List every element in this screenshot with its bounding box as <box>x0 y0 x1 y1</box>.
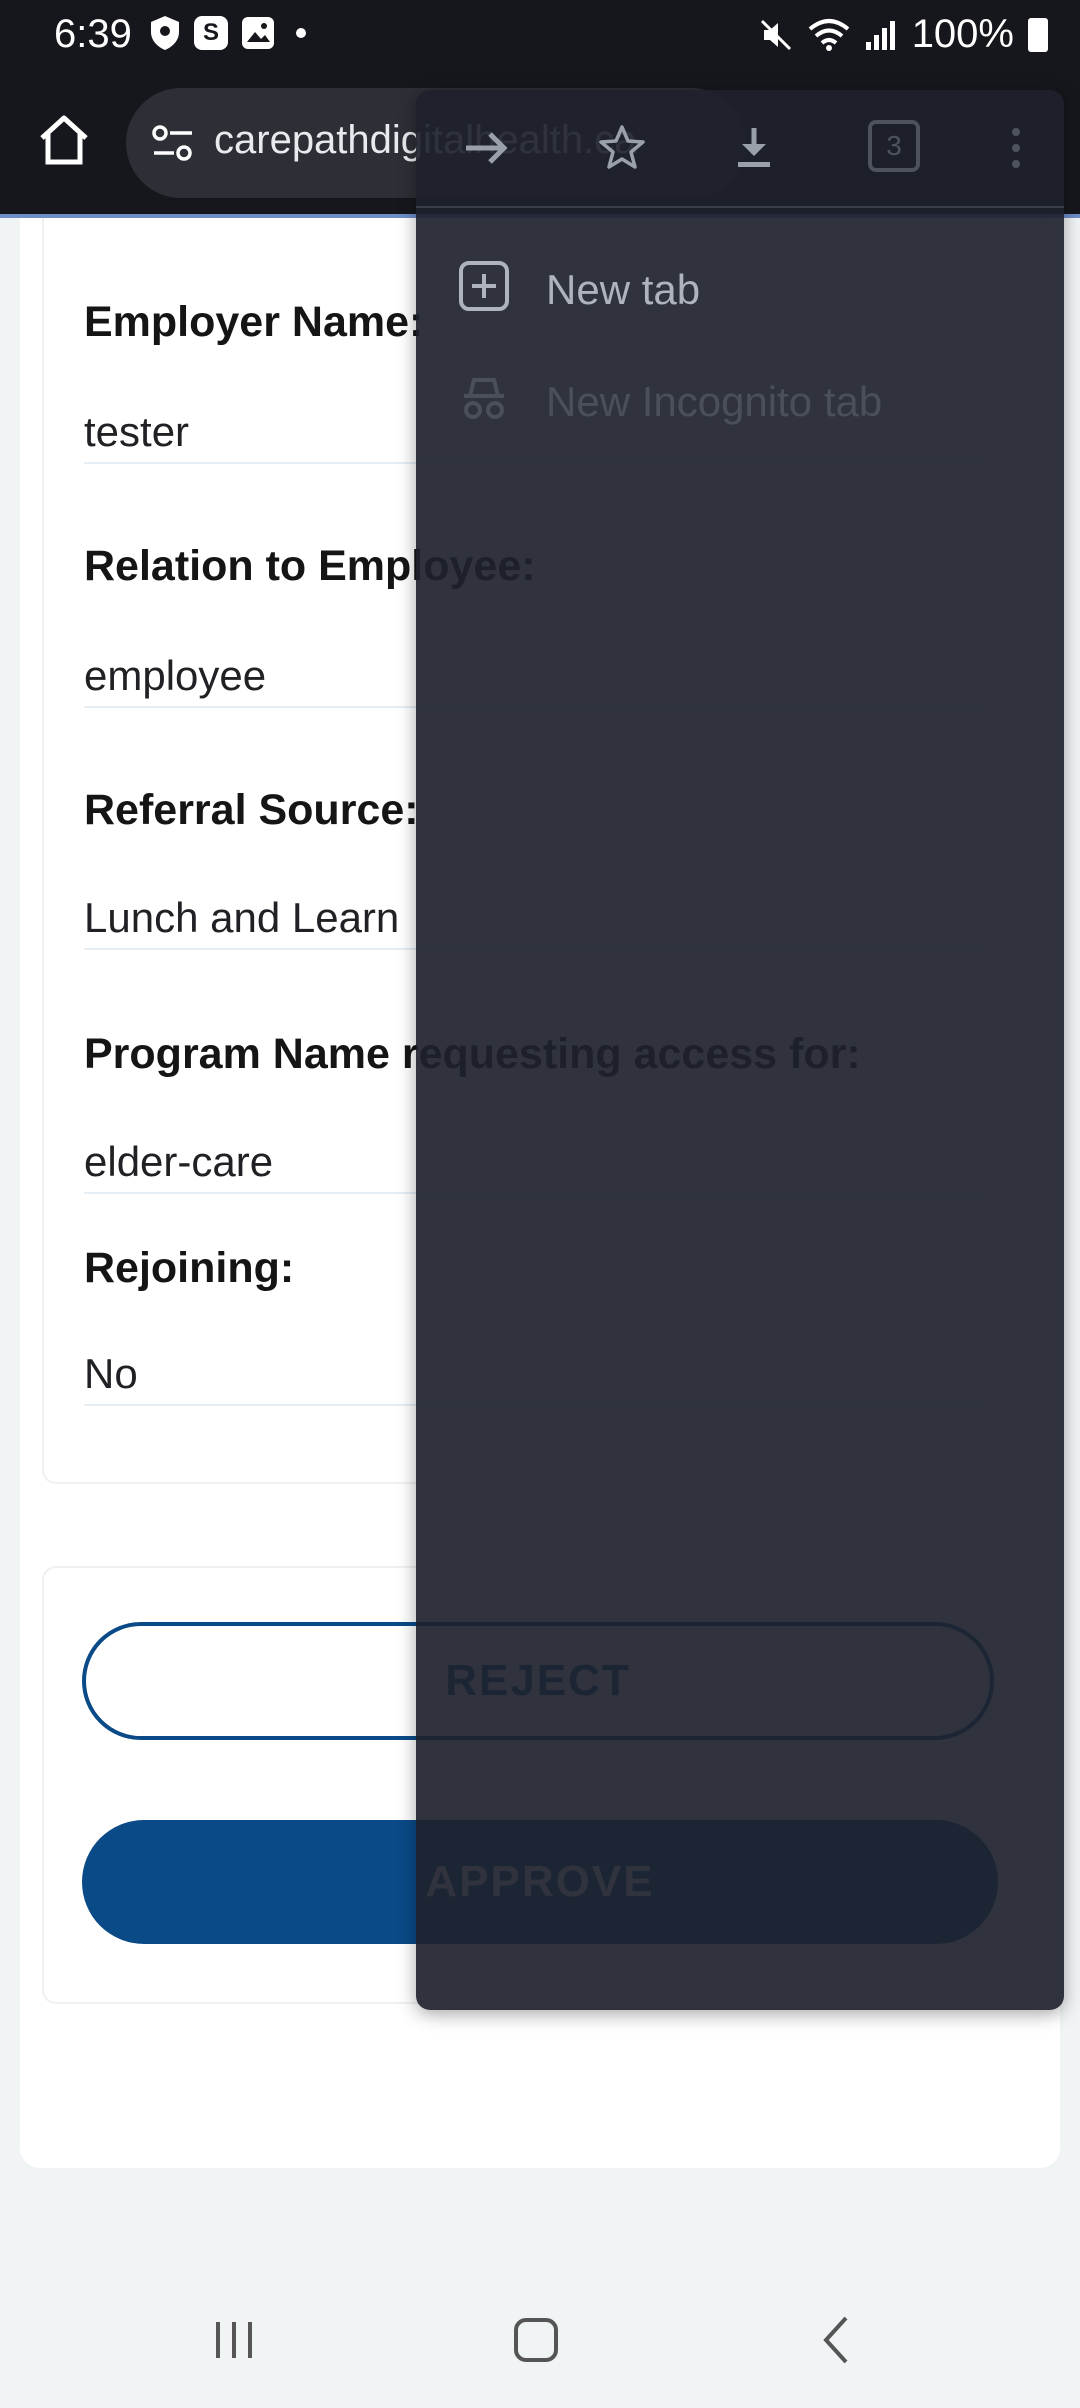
new-tab-icon <box>459 261 509 311</box>
menu-item-new-incognito-tab[interactable]: New Incognito tab <box>416 344 1064 454</box>
more-notifications-dot <box>296 28 306 38</box>
shield-icon <box>151 16 179 50</box>
notification-icons: S <box>148 14 306 52</box>
site-settings-icon[interactable] <box>148 118 198 168</box>
referral-source-value: Lunch and Learn <box>84 894 400 941</box>
status-bar: 6:39 S 100% <box>0 0 1080 68</box>
relation-value: employee <box>84 652 267 699</box>
menu-icon-bar: 3 <box>416 90 1064 208</box>
home-nav-icon[interactable] <box>506 2310 566 2370</box>
home-icon[interactable] <box>36 112 92 168</box>
download-icon[interactable] <box>728 122 780 174</box>
menu-item-new-tab[interactable]: New tab <box>416 232 1064 342</box>
rejoining-value: No <box>84 1350 138 1397</box>
status-time: 6:39 <box>54 12 132 56</box>
tab-switcher-button[interactable]: 3 <box>868 120 920 172</box>
more-options-icon[interactable] <box>990 122 1042 174</box>
system-indicators: 100% <box>758 12 1048 57</box>
referral-source-label: Referral Source: <box>84 786 419 834</box>
menu-item-label: New tab <box>546 266 701 313</box>
employer-name-label: Employer Name: <box>84 298 424 346</box>
menu-item-label: New Incognito tab <box>546 378 883 425</box>
battery-percent: 100% <box>911 12 1014 56</box>
mute-icon <box>760 19 791 50</box>
employer-name-value: tester <box>84 408 190 455</box>
bookmark-star-icon[interactable] <box>596 122 648 174</box>
gallery-icon <box>242 17 274 49</box>
battery-icon <box>1028 17 1048 52</box>
rejoining-label: Rejoining: <box>84 1244 295 1292</box>
wifi-icon <box>808 18 849 51</box>
forward-icon[interactable] <box>460 122 512 174</box>
program-name-value: elder-care <box>84 1138 274 1185</box>
signal-icon <box>865 20 895 50</box>
browser-overflow-menu: 3 New tab New Incognito tab <box>416 90 1064 2010</box>
recent-apps-icon[interactable] <box>204 2310 264 2370</box>
back-icon[interactable] <box>808 2310 868 2370</box>
s-app-icon: S <box>194 16 228 50</box>
incognito-icon <box>464 378 504 419</box>
system-nav-bar <box>0 2270 1080 2408</box>
